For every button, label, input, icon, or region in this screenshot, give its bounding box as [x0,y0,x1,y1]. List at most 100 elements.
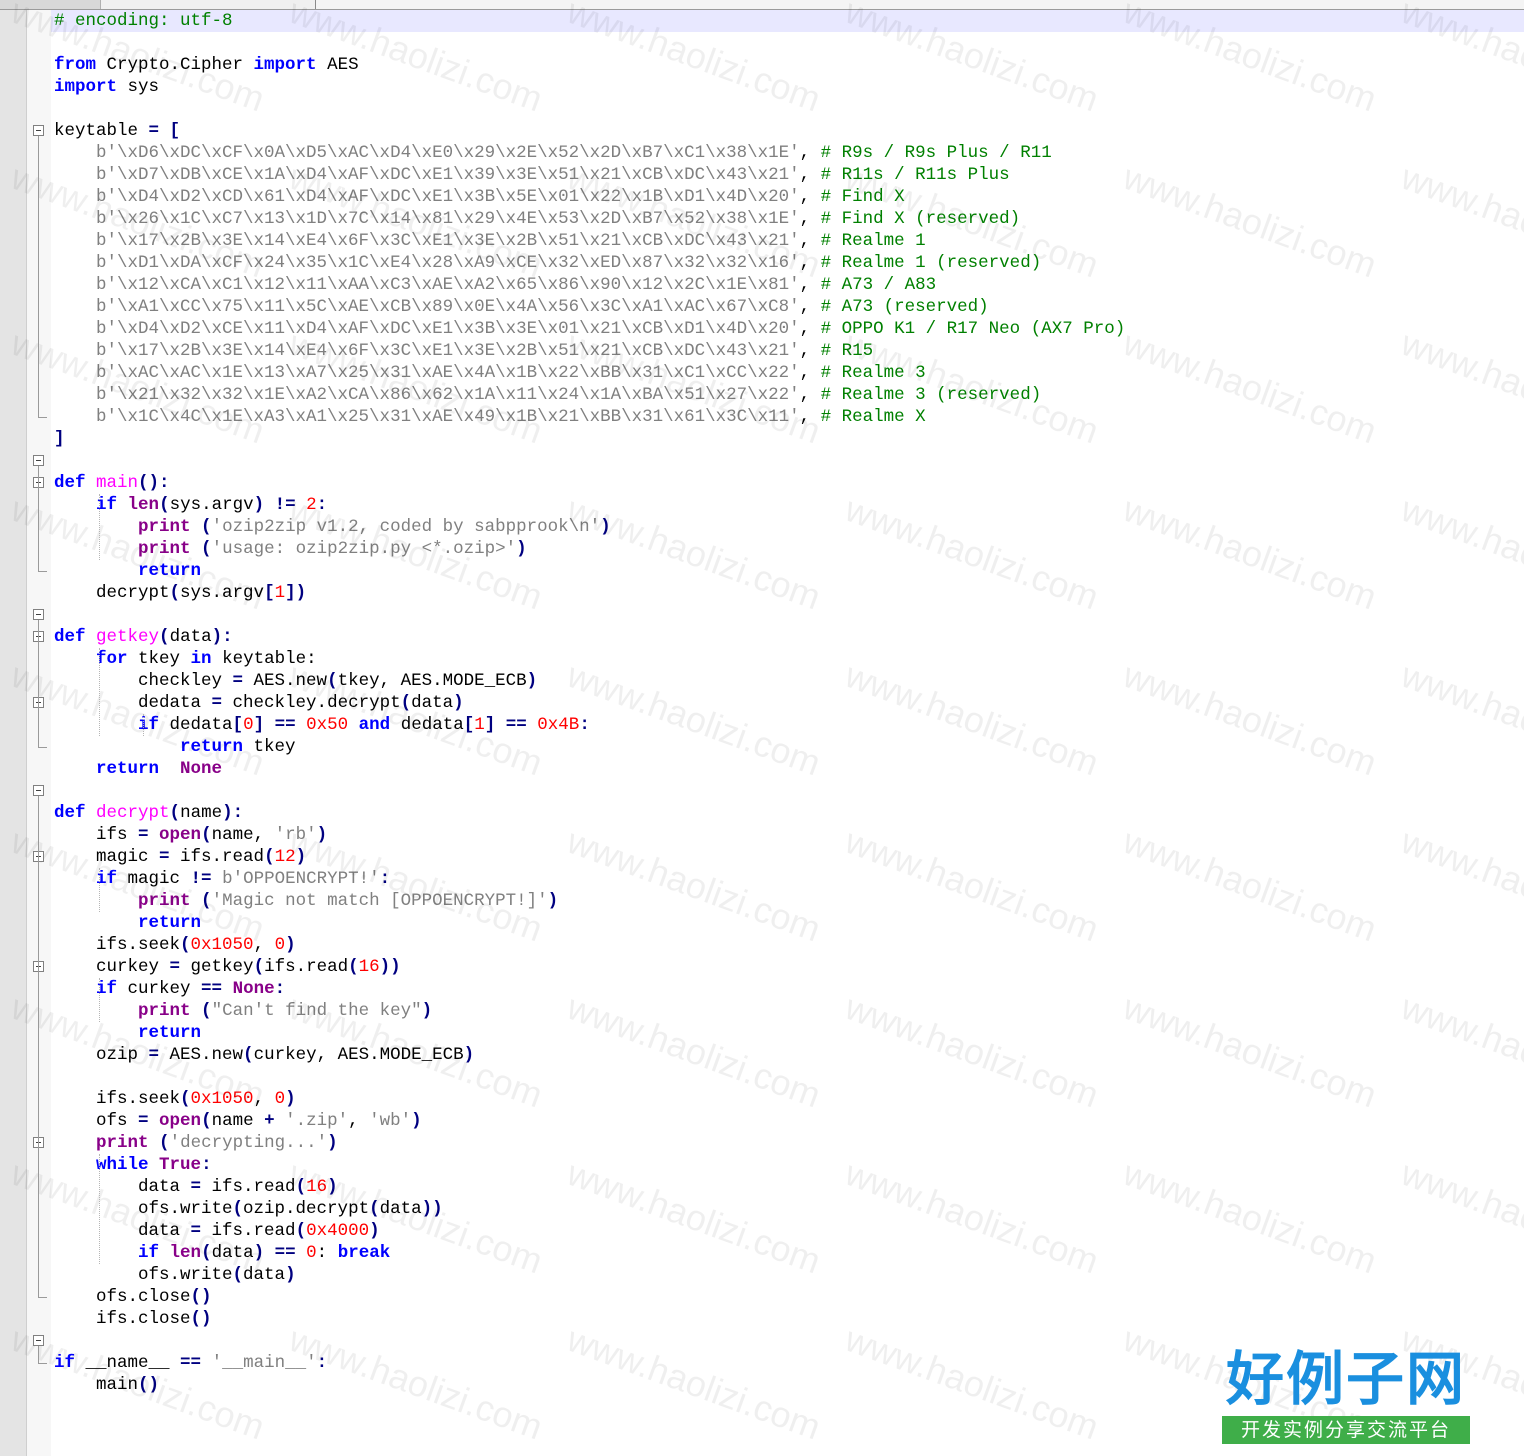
code-line[interactable]: return [54,912,1125,934]
code-line[interactable]: magic = ifs.read(12) [54,846,1125,868]
code-line[interactable]: if len(data) == 0: break [54,1242,1125,1264]
code-line[interactable]: if len(sys.argv) != 2: [54,494,1125,516]
code-line[interactable]: ifs = open(name, 'rb') [54,824,1125,846]
code-line[interactable]: for tkey in keytable: [54,648,1125,670]
code-line[interactable]: if magic != b'OPPOENCRYPT!': [54,868,1125,890]
code-line[interactable]: b'\x17\x2B\x3E\x14\xE4\x6F\x3C\xE1\x3E\x… [54,230,1125,252]
code-line[interactable]: print ("Can't find the key") [54,1000,1125,1022]
code-token: ( [400,693,412,713]
code-line[interactable]: from Crypto.Cipher import AES [54,54,1125,76]
code-editor[interactable]: # encoding: utf-8 from Crypto.Cipher imp… [54,10,1125,1396]
code-line[interactable] [54,450,1125,472]
code-line[interactable]: print ('decrypting...') [54,1132,1125,1154]
code-line[interactable]: return [54,1022,1125,1044]
code-line[interactable]: ifs.close() [54,1308,1125,1330]
code-line[interactable]: print ('Magic not match [OPPOENCRYPT!]') [54,890,1125,912]
code-line[interactable]: def getkey(data): [54,626,1125,648]
code-line[interactable]: b'\xD4\xD2\xCD\x61\xD4\xAF\xDC\xE1\x3B\x… [54,186,1125,208]
code-line[interactable]: import sys [54,76,1125,98]
code-line[interactable]: b'\x1C\x4C\x1E\xA3\xA1\x25\x31\xAE\x49\x… [54,406,1125,428]
code-line[interactable]: b'\x17\x2B\x3E\x14\xE4\x6F\x3C\xE1\x3E\x… [54,340,1125,362]
code-token: # encoding: utf-8 [54,11,233,31]
code-token: , [799,407,821,427]
code-line[interactable]: ofs.close() [54,1286,1125,1308]
fold-toggle-icon[interactable] [33,455,44,466]
tab-inactive[interactable] [0,0,101,9]
code-token: ( [201,1243,212,1263]
code-line[interactable]: ofs.write(ozip.decrypt(data)) [54,1198,1125,1220]
code-token: (): [138,473,170,493]
code-token: , [799,209,821,229]
code-line[interactable]: b'\x26\x1C\xC7\x13\x1D\x7C\x14\x81\x29\x… [54,208,1125,230]
code-line[interactable]: data = ifs.read(16) [54,1176,1125,1198]
code-token: len [169,1243,202,1263]
code-line[interactable]: keytable = [ [54,120,1125,142]
fold-margin[interactable] [27,10,51,1456]
code-line[interactable]: b'\xD6\xDC\xCF\x0A\xD5\xAC\xD4\xE0\x29\x… [54,142,1125,164]
code-token: data [379,1199,422,1219]
code-token: 0x4B [537,715,580,735]
code-line[interactable]: b'\xD7\xDB\xCE\x1A\xD4\xAF\xDC\xE1\x39\x… [54,164,1125,186]
code-line[interactable]: ] [54,428,1125,450]
code-token: = [190,1177,202,1197]
code-token: break [337,1243,391,1263]
code-line[interactable]: if __name__ == '__main__': [54,1352,1125,1374]
code-token: return [138,561,202,581]
code-line[interactable]: return tkey [54,736,1125,758]
code-line[interactable] [54,604,1125,626]
code-line[interactable]: if curkey == None: [54,978,1125,1000]
code-line[interactable]: b'\xD1\xDA\xCF\x24\x35\x1C\xE4\x28\xA9\x… [54,252,1125,274]
code-line[interactable]: print ('ozip2zip v1.2, coded by sabpproo… [54,516,1125,538]
fold-toggle-icon[interactable] [33,125,44,136]
code-line[interactable]: ofs.write(data) [54,1264,1125,1286]
code-line[interactable]: # encoding: utf-8 [54,10,1125,32]
code-line[interactable]: dedata = checkley.decrypt(data) [54,692,1125,714]
code-line[interactable] [54,98,1125,120]
fold-toggle-icon[interactable] [33,609,44,620]
code-token: # Realme 3 [820,363,926,383]
code-line[interactable]: decrypt(sys.argv[1]) [54,582,1125,604]
code-token: decrypt [96,803,170,823]
code-token: , [253,935,275,955]
code-line[interactable]: ozip = AES.new(curkey, AES.MODE_ECB) [54,1044,1125,1066]
code-line[interactable]: b'\xAC\xAC\x1E\x13\xA7\x25\x31\xAE\x4A\x… [54,362,1125,384]
code-line[interactable]: b'\xA1\xCC\x75\x11\x5C\xAE\xCB\x89\x0E\x… [54,296,1125,318]
code-line[interactable]: ofs = open(name + '.zip', 'wb') [54,1110,1125,1132]
fold-end [38,1363,47,1364]
code-line[interactable] [54,780,1125,802]
code-line[interactable]: while True: [54,1154,1125,1176]
code-line[interactable]: def decrypt(name): [54,802,1125,824]
code-line[interactable]: return None [54,758,1125,780]
code-line[interactable] [54,1066,1125,1088]
tab-active[interactable] [101,0,316,9]
code-line[interactable]: checkley = AES.new(tkey, AES.MODE_ECB) [54,670,1125,692]
fold-toggle-icon[interactable] [33,1335,44,1346]
code-token: name, [211,825,275,845]
code-token: , [799,143,821,163]
code-line[interactable]: ifs.seek(0x1050, 0) [54,934,1125,956]
code-line[interactable]: ifs.seek(0x1050, 0) [54,1088,1125,1110]
code-line[interactable]: print ('usage: ozip2zip.py <*.ozip>') [54,538,1125,560]
code-line[interactable]: main() [54,1374,1125,1396]
code-line[interactable]: def main(): [54,472,1125,494]
code-line[interactable]: return [54,560,1125,582]
code-token: b'\x1C\x4C\x1E\xA3\xA1\x25\x31\xAE\x49\x… [96,407,800,427]
code-line[interactable]: b'\x21\x32\x32\x1E\xA2\xCA\x86\x62\x1A\x… [54,384,1125,406]
code-line[interactable] [54,32,1125,54]
line-number-margin[interactable] [0,10,27,1456]
code-token: ) [453,693,464,713]
code-token: return [138,1023,202,1043]
code-token: 12 [274,847,296,867]
code-line[interactable]: data = ifs.read(0x4000) [54,1220,1125,1242]
code-line[interactable]: curkey = getkey(ifs.read(16)) [54,956,1125,978]
code-token: AES [316,55,359,75]
code-line[interactable] [54,1330,1125,1352]
code-line[interactable]: b'\x12\xCA\xC1\x12\x11\xAA\xC3\xAE\xA2\x… [54,274,1125,296]
fold-toggle-icon[interactable] [33,785,44,796]
code-line[interactable]: b'\xD4\xD2\xCE\x11\xD4\xAF\xDC\xE1\x3B\x… [54,318,1125,340]
code-line[interactable]: if dedata[0] == 0x50 and dedata[1] == 0x… [54,714,1125,736]
